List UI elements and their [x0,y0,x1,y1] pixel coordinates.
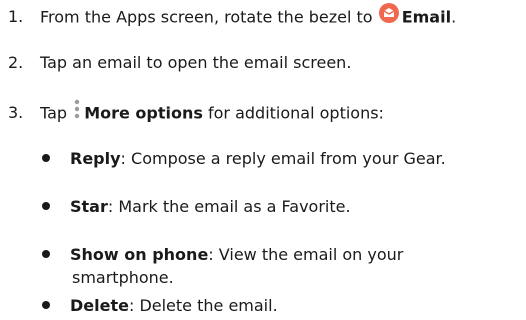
step-text: Tap [40,103,68,123]
more-options-label: More options [84,103,203,123]
bullet-term: Show on phone [70,245,209,264]
step-1: 1. From the Apps screen, rotate the bezel… [0,3,457,31]
bullet-dot [42,201,50,210]
bullet-show-on-phone: Show on phone: View the email on your [42,245,403,266]
step-suffix: for additional options: [202,103,384,123]
bullet-delete: Delete: Delete the email. [42,296,278,317]
bullet-term: Reply [70,149,121,168]
bullet-star: Star: Mark the email as a Favorite. [42,197,351,218]
bullet-term: Delete [70,296,129,315]
bullet-desc: : View the email on your [208,245,404,264]
step-2: 2. Tap an email to open the email screen. [0,53,351,74]
email-label: Email [401,7,452,27]
bullet-desc: : Compose a reply email from your Gear. [120,149,446,168]
step-text: Tap an email to open the email screen. [40,53,352,72]
bullet-dot [42,300,50,309]
step-text: From the Apps screen, rotate the bezel t… [40,7,373,27]
instructions-document: 1. From the Apps screen, rotate the bezel… [0,0,526,320]
bullet-reply: Reply: Compose a reply email from your G… [42,149,446,170]
bullet-desc: : Delete the email. [128,296,278,315]
bullet-term: Star [70,197,108,216]
bullet-continuation: smartphone. [72,268,174,287]
step-number: 3. [8,103,24,123]
bullet-dot [42,153,50,162]
more-options-icon [74,99,80,125]
step-suffix: . [451,7,457,27]
step-number: 1. [8,7,24,27]
email-app-icon [378,3,399,29]
bullet-desc: : Mark the email as a Favorite. [107,197,351,216]
bullet-dot [42,249,50,258]
step-number: 2. [8,53,24,72]
step-3: 3. Tap More options for additional option… [0,99,384,127]
